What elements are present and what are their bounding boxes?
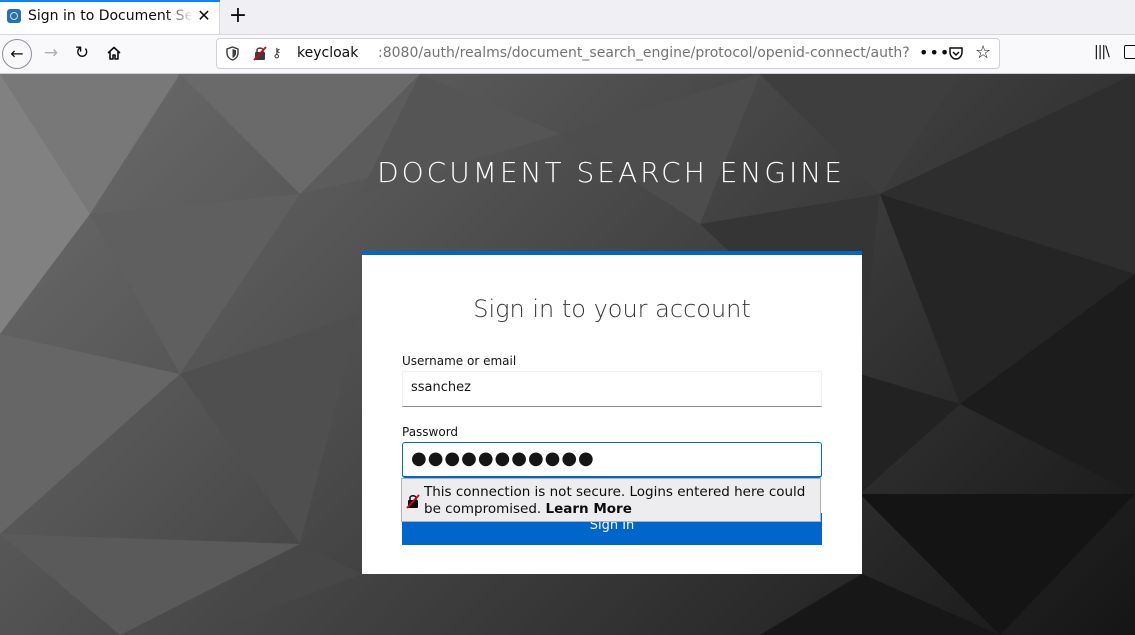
login-page-background: DOCUMENT SEARCH ENGINE Sign in to your a… bbox=[0, 74, 1135, 635]
url-path: :8080/auth/realms/document_search_engine… bbox=[378, 45, 910, 61]
username-label: Username or email bbox=[402, 354, 517, 368]
close-icon[interactable]: ✕ bbox=[196, 8, 212, 24]
page-actions-more-icon[interactable]: ••• bbox=[919, 43, 950, 62]
tab-sign-in[interactable]: Sign in to Document Search Engine ✕ bbox=[0, 0, 220, 34]
bookmark-star-icon[interactable]: ☆ bbox=[975, 42, 991, 63]
home-icon[interactable] bbox=[99, 39, 129, 69]
brand-title: DOCUMENT SEARCH ENGINE bbox=[377, 156, 845, 189]
password-label: Password bbox=[402, 425, 459, 439]
plus-icon[interactable]: + bbox=[228, 5, 248, 27]
back-arrow-icon[interactable]: ← bbox=[2, 39, 32, 69]
username-field[interactable]: ssanchez bbox=[402, 371, 822, 407]
insecure-lock-icon[interactable] bbox=[253, 46, 267, 61]
password-field[interactable]: ●●●●●●●●●●● bbox=[402, 442, 822, 478]
library-icon[interactable]: |||\ bbox=[1094, 44, 1110, 60]
tab-strip: Sign in to Document Search Engine ✕ + bbox=[0, 0, 1135, 35]
reload-icon[interactable]: ↻ bbox=[67, 39, 97, 69]
login-card: Sign in to your account Username or emai… bbox=[362, 251, 862, 574]
insecure-login-warning[interactable]: This connection is not secure. Logins en… bbox=[401, 478, 821, 522]
key-icon[interactable]: ⚷ bbox=[272, 46, 282, 61]
navigation-toolbar: ← → ↻ ⚷ keycloak :8080/auth/realms/docum… bbox=[0, 35, 1135, 74]
insecure-lock-icon bbox=[406, 494, 420, 509]
url-host: keycloak bbox=[297, 45, 359, 61]
tracking-shield-icon[interactable] bbox=[226, 46, 239, 61]
sidebar-icon[interactable] bbox=[1124, 45, 1135, 59]
pocket-icon[interactable] bbox=[948, 45, 964, 61]
keycloak-favicon-icon bbox=[7, 9, 21, 23]
tab-title-fade bbox=[165, 6, 193, 28]
url-bar[interactable]: ⚷ keycloak :8080/auth/realms/document_se… bbox=[216, 38, 1000, 69]
warning-message: This connection is not secure. Logins en… bbox=[424, 484, 816, 518]
learn-more-link[interactable]: Learn More bbox=[545, 501, 631, 517]
card-heading: Sign in to your account bbox=[473, 295, 751, 323]
forward-arrow-icon[interactable]: → bbox=[36, 39, 66, 69]
